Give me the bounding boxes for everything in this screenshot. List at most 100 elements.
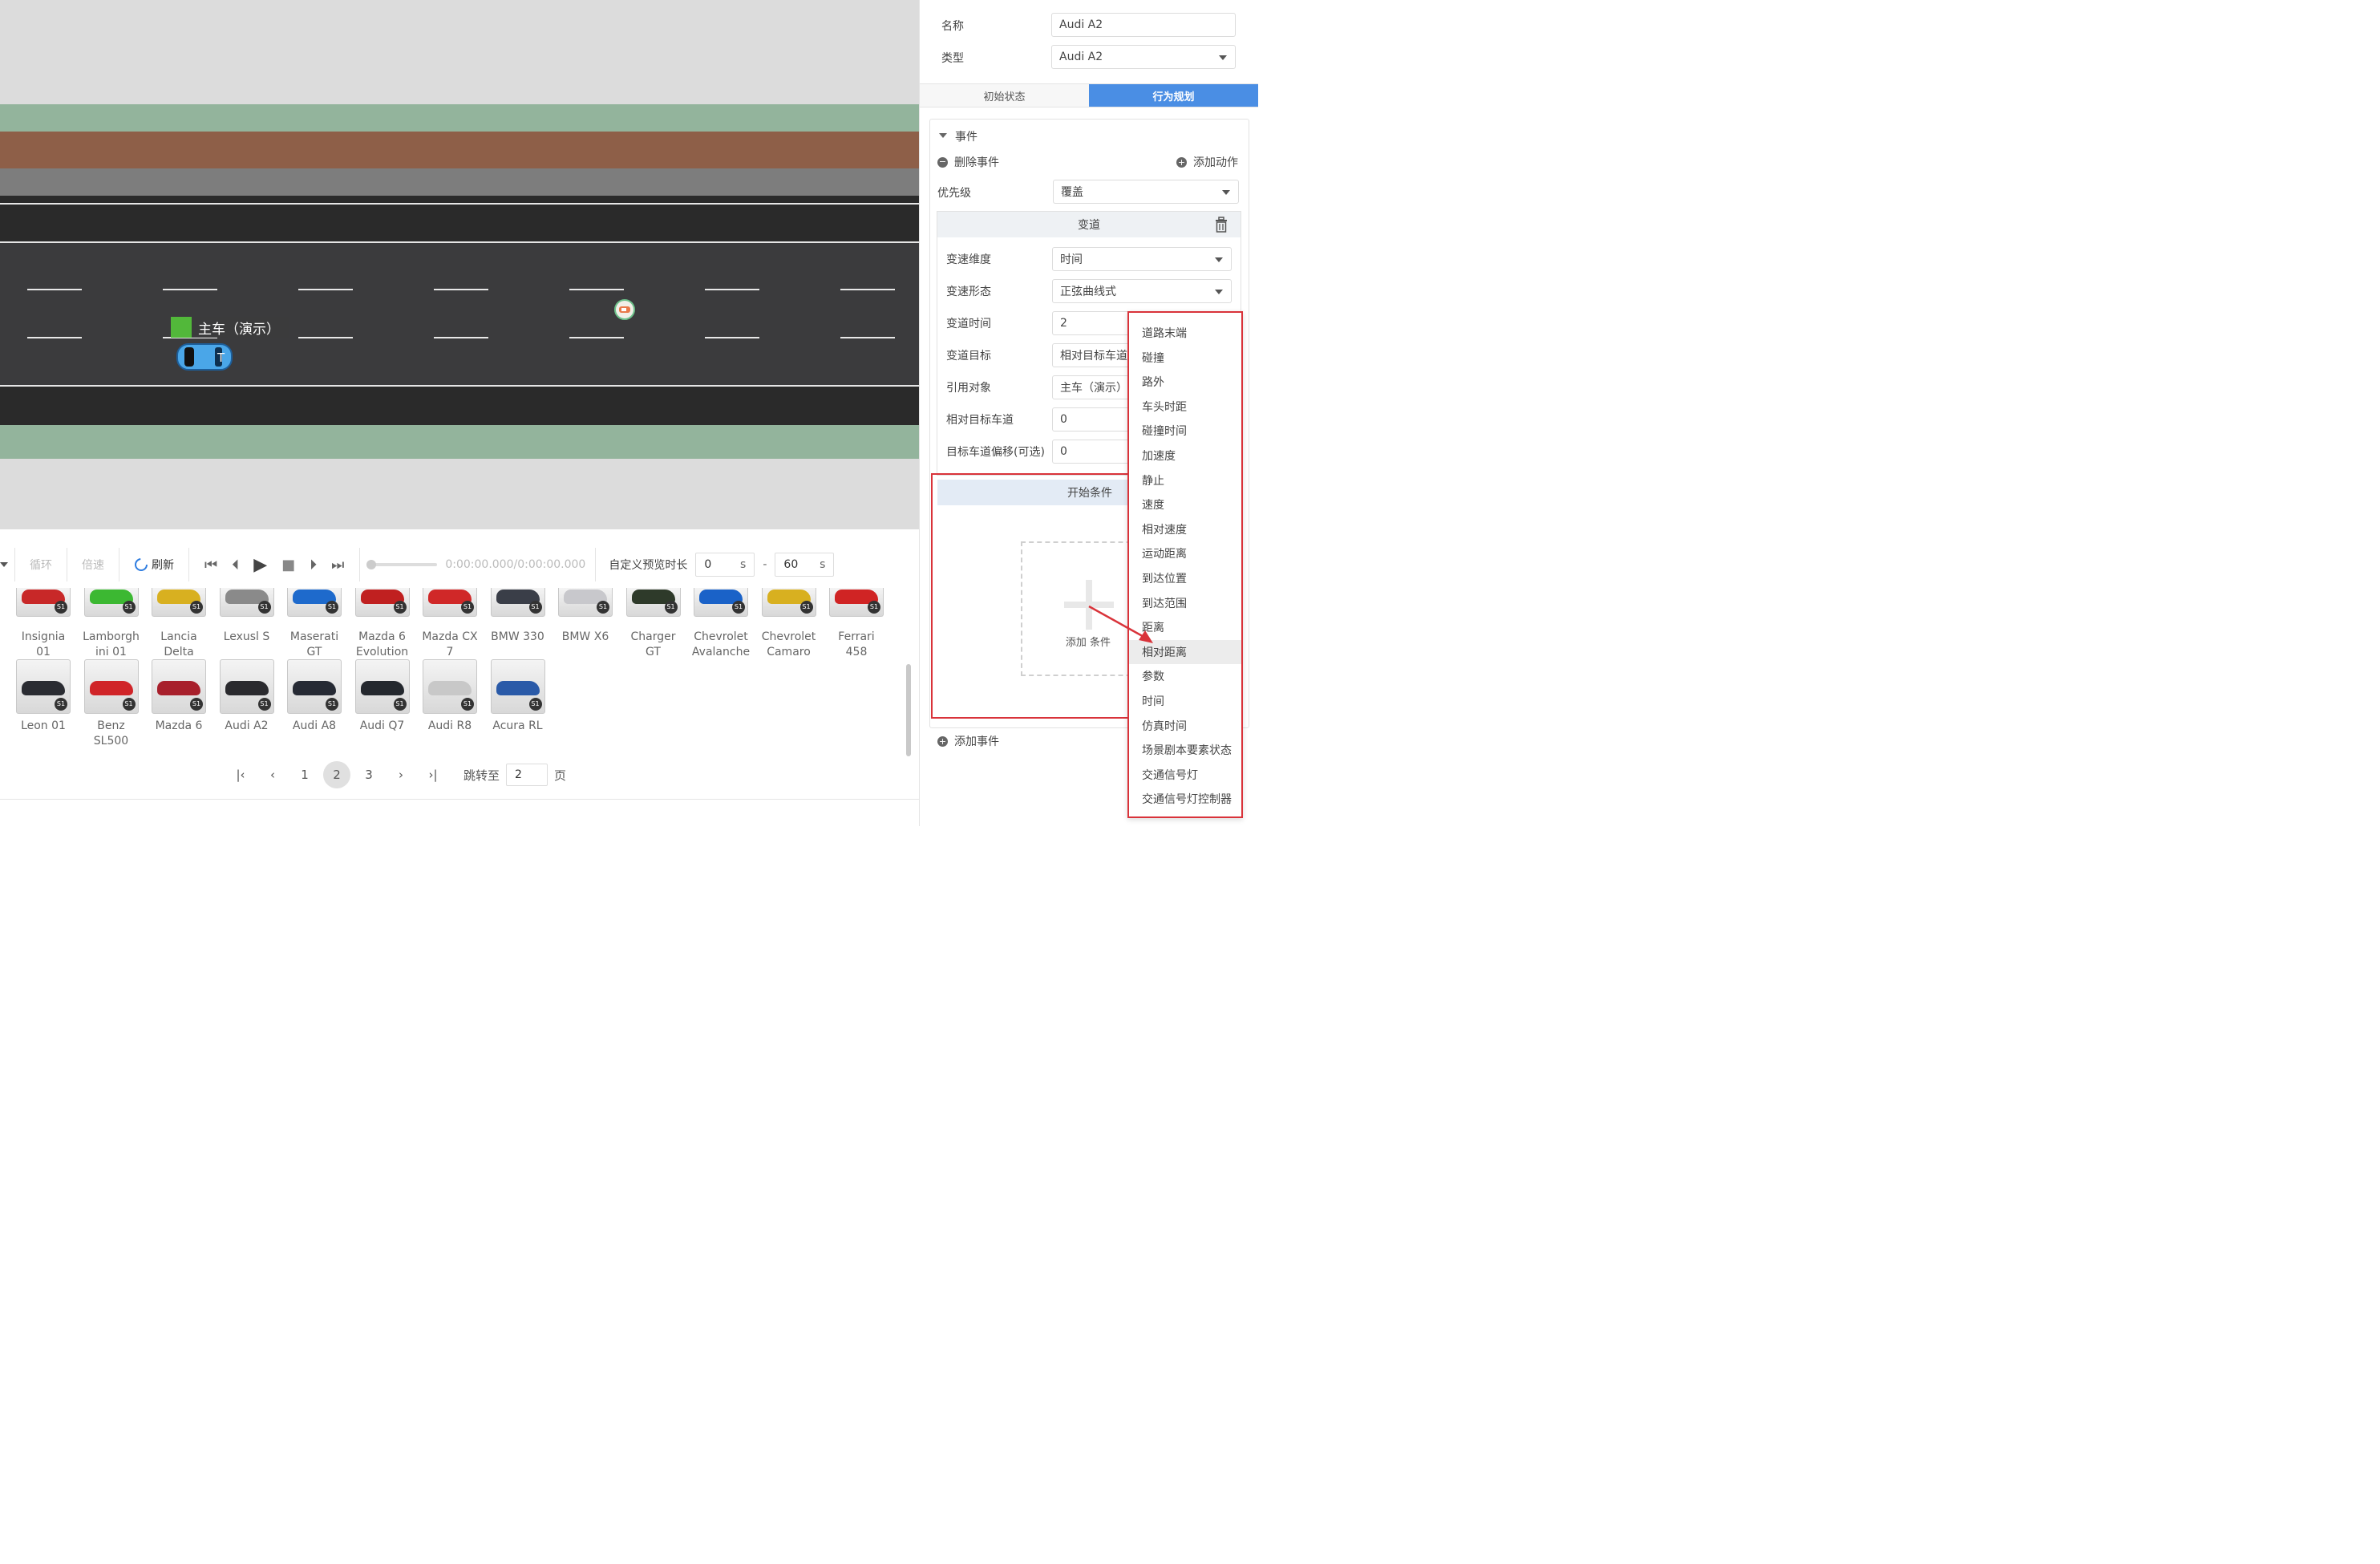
loop-button[interactable]: 循环 — [15, 557, 67, 573]
view-select[interactable] — [0, 562, 14, 567]
vehicle-card[interactable]: S1 Maserati GT — [281, 588, 348, 660]
priority-label: 优先级 — [937, 187, 971, 200]
vehicle-thumbnail: S1 — [219, 588, 274, 617]
gallery-scrollbar[interactable] — [906, 588, 911, 760]
page-3[interactable]: 3 — [353, 768, 385, 782]
bottom-divider — [0, 799, 919, 800]
page-2[interactable]: 2 — [323, 761, 350, 788]
vehicle-name: 458 — [845, 646, 868, 658]
last-page-icon[interactable]: ›| — [417, 768, 449, 782]
tab-initial-state[interactable]: 初始状态 — [920, 83, 1089, 107]
type-select[interactable]: Audi A2 — [1051, 45, 1236, 69]
dropdown-option[interactable]: 道路末端 — [1129, 321, 1241, 345]
priority-select[interactable]: 覆盖 — [1053, 180, 1239, 204]
vehicle-card[interactable]: S1 Leon 01 — [10, 659, 77, 734]
add-event-button[interactable]: + 添加事件 — [937, 733, 999, 749]
target-object-icon[interactable] — [613, 298, 636, 321]
dropdown-option[interactable]: 参数 — [1129, 664, 1241, 688]
dropdown-option[interactable]: 速度 — [1129, 492, 1241, 517]
vehicle-card[interactable]: S1 Audi R8 — [416, 659, 484, 734]
vehicle-card[interactable]: S1 Insignia 01 — [10, 588, 77, 660]
chevron-down-icon — [1219, 55, 1227, 60]
lane-dash — [840, 337, 895, 338]
vehicle-card[interactable]: S1 Ferrari 458 — [823, 588, 890, 660]
dropdown-option[interactable]: 碰撞时间 — [1129, 419, 1241, 443]
road-edge-line — [0, 385, 919, 387]
dropdown-option[interactable]: 车头时距 — [1129, 395, 1241, 419]
skip-to-end-icon[interactable]: ⏭ — [324, 557, 351, 573]
vehicle-card[interactable]: S1 BMW 330 — [484, 588, 552, 645]
progress-handle[interactable] — [366, 560, 377, 569]
name-input[interactable]: Audi A2 — [1051, 13, 1236, 37]
vehicle-card[interactable]: S1 Lamborgh ini 01 — [78, 588, 145, 660]
dropdown-option[interactable]: 路外 — [1129, 370, 1241, 394]
field-input[interactable]: 时间 — [1052, 247, 1232, 271]
jump-input[interactable]: 2 — [506, 764, 548, 786]
vehicle-card[interactable]: S1 BMW X6 — [552, 588, 619, 645]
step-forward-icon[interactable]: ⏵ — [302, 557, 324, 573]
dropdown-option[interactable]: 到达位置 — [1129, 566, 1241, 590]
vehicle-thumbnail: S1 — [219, 659, 274, 714]
vehicle-card[interactable]: S1 Benz SL500 — [78, 659, 145, 749]
vehicle-card[interactable]: S1 Audi Q7 — [349, 659, 416, 734]
badge-icon: S1 — [868, 601, 880, 614]
vehicle-card[interactable]: S1 Chevrolet Avalanche — [687, 588, 755, 660]
vehicle-name: Audi A2 — [225, 719, 269, 732]
vehicle-body — [22, 681, 65, 695]
step-back-icon[interactable]: ⏴ — [225, 557, 246, 573]
collapse-triangle-icon[interactable] — [939, 133, 947, 138]
vehicle-card[interactable]: S1 Mazda CX 7 — [416, 588, 484, 660]
preview-end-input[interactable]: 60 s — [775, 553, 835, 577]
badge-icon: S1 — [190, 698, 203, 711]
dropdown-option[interactable]: 场景剧本要素状态 — [1129, 738, 1241, 762]
dropdown-option[interactable]: 相对速度 — [1129, 517, 1241, 541]
dropdown-option[interactable]: 运动距离 — [1129, 541, 1241, 565]
dropdown-option[interactable]: 仿真时间 — [1129, 714, 1241, 738]
vehicle-label-text: 主车（演示） — [198, 321, 280, 338]
badge-icon: S1 — [55, 698, 67, 711]
refresh-button[interactable]: 刷新 — [119, 557, 188, 573]
delete-event-button[interactable]: − 删除事件 — [937, 154, 999, 170]
dropdown-option[interactable]: 加速度 — [1129, 444, 1241, 468]
tab-behavior-planning[interactable]: 行为规划 — [1089, 83, 1258, 107]
vehicle-name: 7 — [446, 646, 454, 658]
page-1[interactable]: 1 — [289, 768, 321, 782]
vehicle-thumbnail: S1 — [354, 588, 410, 617]
vehicle-label: 主车（演示） — [171, 317, 289, 338]
stop-icon[interactable]: ■ — [274, 557, 302, 573]
trash-icon[interactable] — [1213, 216, 1229, 233]
first-page-icon[interactable]: |‹ — [225, 768, 257, 782]
play-icon[interactable]: ▶ — [246, 555, 274, 575]
vehicle-card[interactable]: S1 Acura RL — [484, 659, 552, 734]
vehicle-card[interactable]: S1 Audi A8 — [281, 659, 348, 734]
dropdown-option[interactable]: 交通信号灯控制器 — [1129, 787, 1241, 811]
dropdown-option[interactable]: 时间 — [1129, 689, 1241, 713]
vehicle-card[interactable]: S1 Mazda 6 Evolution — [349, 588, 416, 660]
scrollbar-thumb[interactable] — [906, 664, 911, 756]
scene-viewport[interactable]: 主车（演示） T — [0, 0, 919, 529]
field-value: 时间 — [1060, 253, 1083, 266]
progress-slider[interactable] — [366, 560, 438, 569]
jump-label: 跳转至 — [463, 768, 500, 783]
vehicle-card[interactable]: S1 Mazda 6 — [145, 659, 212, 734]
ego-car[interactable]: T — [175, 342, 234, 372]
skip-to-start-icon[interactable]: ⏮ — [197, 557, 225, 573]
vehicle-card[interactable]: S1 Lancia Delta — [145, 588, 212, 660]
name-value: Audi A2 — [1059, 18, 1103, 31]
prev-page-icon[interactable]: ‹ — [257, 768, 289, 782]
add-action-button[interactable]: + 添加动作 — [1176, 154, 1238, 170]
vehicle-card[interactable]: S1 Charger GT — [620, 588, 687, 660]
vehicle-card[interactable]: S1 Chevrolet Camaro — [755, 588, 823, 660]
dropdown-option[interactable]: 静止 — [1129, 468, 1241, 492]
vehicle-card[interactable]: S1 Lexusl S — [213, 588, 281, 645]
next-page-icon[interactable]: › — [385, 768, 417, 782]
dropdown-option[interactable]: 交通信号灯 — [1129, 763, 1241, 787]
vehicle-name: Evolution — [355, 646, 409, 658]
dropdown-option[interactable]: 碰撞 — [1129, 346, 1241, 370]
speed-button[interactable]: 倍速 — [67, 557, 119, 573]
preview-start-input[interactable]: 0 s — [695, 553, 755, 577]
vehicle-card[interactable]: S1 Audi A2 — [213, 659, 281, 734]
field-input[interactable]: 正弦曲线式 — [1052, 279, 1232, 303]
badge-icon: S1 — [664, 601, 678, 614]
badge-icon: S1 — [122, 698, 136, 711]
